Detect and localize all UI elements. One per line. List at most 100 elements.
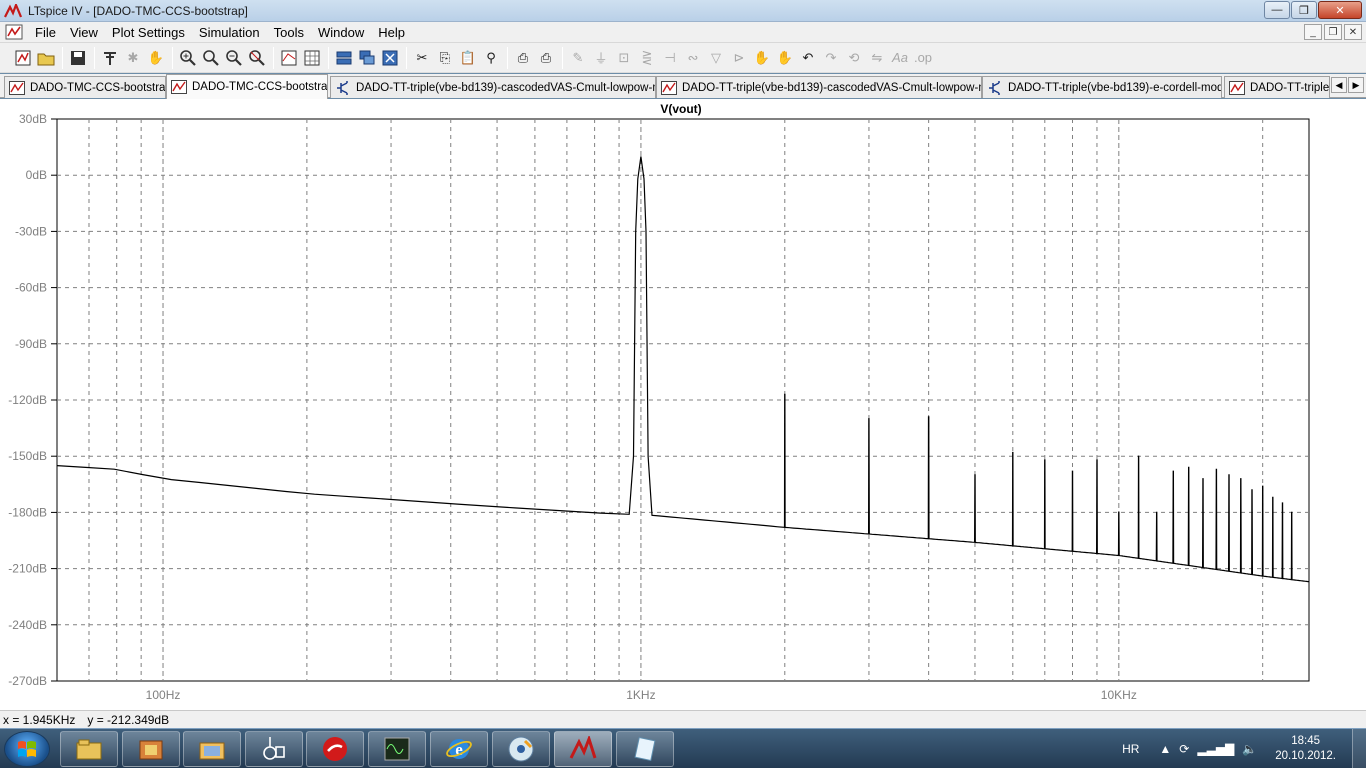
- schematic-icon: [337, 80, 348, 95]
- taskbar-folder[interactable]: [183, 731, 241, 767]
- zoom-fit-icon[interactable]: [246, 47, 268, 69]
- taskbar-scope[interactable]: [368, 731, 426, 767]
- tab-scroll-right-icon[interactable]: ▶: [1348, 77, 1364, 93]
- menu-help[interactable]: Help: [371, 25, 412, 40]
- open-icon[interactable]: [35, 47, 57, 69]
- trace-title[interactable]: V(vout): [660, 102, 701, 116]
- volume-icon[interactable]: 🔈: [1242, 742, 1257, 756]
- doc-close-button[interactable]: ✕: [1344, 24, 1362, 40]
- tab-label: DADO-TMC-CCS-bootstrap: [30, 81, 166, 94]
- find-icon[interactable]: ⚲: [480, 47, 502, 69]
- move-icon[interactable]: ✋: [751, 47, 773, 69]
- menu-window[interactable]: Window: [311, 25, 371, 40]
- copy-icon[interactable]: ⎘: [434, 47, 456, 69]
- menu-plot-settings[interactable]: Plot Settings: [105, 25, 192, 40]
- toolbar-separator: [328, 46, 329, 69]
- status-bar: x = 1.945KHz y = -212.349dB: [0, 710, 1366, 728]
- document-icon[interactable]: [4, 23, 24, 41]
- sync-icon[interactable]: ⟳: [1179, 742, 1189, 756]
- menu-view[interactable]: View: [63, 25, 105, 40]
- grid-icon[interactable]: [301, 47, 323, 69]
- taskbar-trend[interactable]: [306, 731, 364, 767]
- maximize-button[interactable]: ❐: [1291, 1, 1317, 19]
- scope-icon: [384, 737, 410, 761]
- paste-icon[interactable]: 📋: [457, 47, 479, 69]
- rotate-icon[interactable]: ⟲: [843, 47, 865, 69]
- close-button[interactable]: ✕: [1318, 1, 1362, 19]
- minimize-button[interactable]: —: [1264, 1, 1290, 19]
- tab-label: DADO-TT-triple(vbe-bd139)-cascodedVAS-Cm…: [682, 81, 982, 94]
- tab-waveform-2[interactable]: DADO-TT-triple(vbe-bd139)-cascodedVAS-Cm…: [656, 76, 982, 98]
- taskbar-explorer[interactable]: [60, 731, 118, 767]
- language-indicator[interactable]: HR: [1122, 742, 1139, 756]
- print-icon[interactable]: ⎙: [535, 47, 557, 69]
- plot-pane[interactable]: 30dB 0dB -30dB -60dB -90dB -120dB -150dB -180dB…: [0, 99, 1366, 710]
- taskbar-ltspice[interactable]: [554, 731, 612, 767]
- dvd-icon: [508, 736, 534, 762]
- spice-directive-icon[interactable]: .op: [912, 47, 934, 69]
- clock[interactable]: 18:45 20.10.2012.: [1275, 734, 1336, 764]
- tab-label: DADO-TMC-CCS-bootstrap: [192, 81, 328, 93]
- toolbar-separator: [94, 46, 95, 69]
- menu-file[interactable]: File: [28, 25, 63, 40]
- zoom-area-icon[interactable]: [200, 47, 222, 69]
- pan-hand-icon[interactable]: ✋: [145, 47, 167, 69]
- inductor-icon[interactable]: ∾: [682, 47, 704, 69]
- control-panel-icon[interactable]: [99, 47, 121, 69]
- pinwheel-icon: [263, 737, 285, 760]
- wire-icon[interactable]: ✎: [567, 47, 589, 69]
- x-tick-label: 100Hz: [146, 688, 181, 702]
- tab-schematic-2[interactable]: DADO-TT-triple(vbe-bd139)-e-cordell-mode…: [982, 76, 1222, 98]
- taskbar-ie[interactable]: e: [430, 731, 488, 767]
- tab-schematic-1[interactable]: DADO-TT-triple(vbe-bd139)-cascodedVAS-Cm…: [330, 76, 656, 98]
- close-all-icon[interactable]: [379, 47, 401, 69]
- y-tick-label: -120dB: [8, 393, 47, 407]
- new-schematic-icon[interactable]: [12, 47, 34, 69]
- waveform-plot[interactable]: 30dB 0dB -30dB -60dB -90dB -120dB -150dB -180dB…: [0, 99, 1366, 710]
- doc-restore-button[interactable]: ❐: [1324, 24, 1342, 40]
- diode-icon[interactable]: ▽: [705, 47, 727, 69]
- y-tick-label: -270dB: [8, 674, 47, 688]
- menu-simulation[interactable]: Simulation: [192, 25, 267, 40]
- run-icon[interactable]: ✱: [122, 47, 144, 69]
- tray-expand-icon[interactable]: ▲: [1159, 742, 1171, 756]
- ground-icon[interactable]: ⏚: [590, 47, 612, 69]
- print-preview-icon[interactable]: ⎙: [512, 47, 534, 69]
- tab-label: DADO-TT-triple(vbe-bd139)-e-cordell-mode…: [1250, 81, 1330, 94]
- folder-icon: [199, 742, 225, 760]
- tab-label: DADO-TT-triple(vbe-bd139)-e-cordell-mode…: [1008, 81, 1222, 94]
- capacitor-icon[interactable]: ⊣: [659, 47, 681, 69]
- tab-scroll-left-icon[interactable]: ◀: [1331, 77, 1347, 93]
- taskbar-dvd[interactable]: [492, 731, 550, 767]
- save-icon[interactable]: [67, 47, 89, 69]
- tile-horizontal-icon[interactable]: [333, 47, 355, 69]
- mirror-icon[interactable]: ⇋: [866, 47, 888, 69]
- start-button[interactable]: [4, 731, 50, 767]
- redo-icon[interactable]: ↷: [820, 47, 842, 69]
- taskbar-pinwheel[interactable]: [245, 731, 303, 767]
- cascade-icon[interactable]: [356, 47, 378, 69]
- autorange-icon[interactable]: [278, 47, 300, 69]
- zoom-out-icon[interactable]: [223, 47, 245, 69]
- network-icon[interactable]: ▂▃▅▇: [1197, 742, 1234, 756]
- tab-waveform-3[interactable]: DADO-TT-triple(vbe-bd139)-e-cordell-mode…: [1224, 76, 1330, 98]
- menu-tools[interactable]: Tools: [267, 25, 311, 40]
- text-icon[interactable]: Aa: [889, 47, 911, 69]
- taskbar-installer[interactable]: [122, 731, 180, 767]
- tab-label: DADO-TT-triple(vbe-bd139)-cascodedVAS-Cm…: [356, 81, 656, 94]
- cut-icon[interactable]: ✂: [411, 47, 433, 69]
- waveform-icon: [171, 80, 187, 94]
- undo-icon[interactable]: ↶: [797, 47, 819, 69]
- component-icon[interactable]: ⊳: [728, 47, 750, 69]
- tab-waveform-1[interactable]: DADO-TMC-CCS-bootstrap: [4, 76, 166, 98]
- y-tick-label: -240dB: [8, 618, 47, 632]
- resistor-icon[interactable]: ⋛: [636, 47, 658, 69]
- doc-minimize-button[interactable]: _: [1304, 24, 1322, 40]
- clock-time: 18:45: [1291, 735, 1320, 747]
- drag-icon[interactable]: ✋: [774, 47, 796, 69]
- taskbar-notes[interactable]: [616, 731, 674, 767]
- zoom-in-icon[interactable]: [177, 47, 199, 69]
- show-desktop-button[interactable]: [1352, 729, 1366, 768]
- label-net-icon[interactable]: ⊡: [613, 47, 635, 69]
- tab-waveform-active[interactable]: DADO-TMC-CCS-bootstrap: [166, 74, 328, 99]
